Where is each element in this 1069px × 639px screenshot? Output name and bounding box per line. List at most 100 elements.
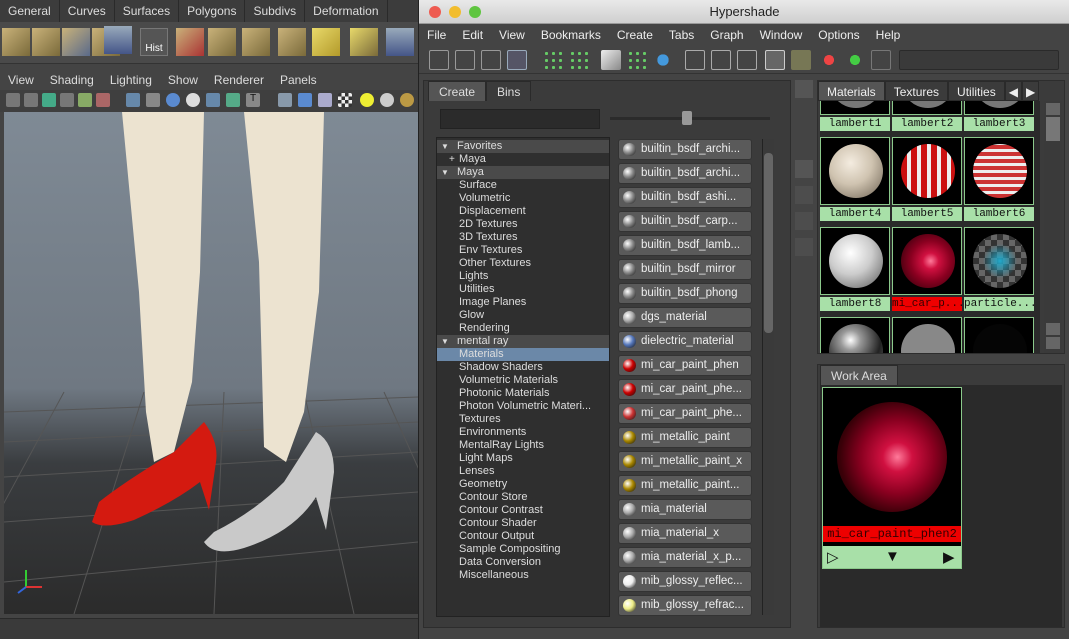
material-swatch[interactable] xyxy=(820,101,890,115)
camera-attributes-icon[interactable] xyxy=(24,93,38,107)
viewport-menu-view[interactable]: View xyxy=(0,70,42,90)
graph-materials-icon[interactable] xyxy=(653,50,673,70)
tree-item[interactable]: Volumetric Materials xyxy=(437,374,609,387)
collapsed-plus-icon[interactable]: + xyxy=(449,153,455,166)
tree-item[interactable]: 3D Textures xyxy=(437,231,609,244)
tree-item[interactable]: Miscellaneous xyxy=(437,569,609,582)
material-icon[interactable] xyxy=(400,93,414,107)
create-node-button[interactable]: mia_material_x xyxy=(618,523,752,544)
layout-split-icon[interactable] xyxy=(455,50,475,70)
input-port-icon[interactable]: ▷ xyxy=(827,548,839,566)
select-camera-icon[interactable] xyxy=(6,93,20,107)
tree-item[interactable]: Geometry xyxy=(437,478,609,491)
work-area-material-node[interactable]: mi_car_paint_phen2 ▷ ▼ ▶ xyxy=(822,387,962,569)
3d-viewport[interactable] xyxy=(4,112,418,614)
shelf-tool-10-icon[interactable] xyxy=(278,28,306,56)
tree-item[interactable]: Shadow Shaders xyxy=(437,361,609,374)
expand-arrow-icon[interactable]: ▼ xyxy=(441,335,449,348)
layout-bottom-icon[interactable] xyxy=(481,50,501,70)
tree-item[interactable]: Materials xyxy=(437,348,609,361)
viewport-menu-renderer[interactable]: Renderer xyxy=(206,70,272,90)
cube-wire-icon[interactable] xyxy=(318,93,332,107)
layout-both-icon[interactable] xyxy=(507,50,527,70)
shaded-icon[interactable] xyxy=(166,93,180,107)
tree-item[interactable]: MentalRay Lights xyxy=(437,439,609,452)
material-swatch[interactable] xyxy=(820,137,890,205)
wireframe-icon[interactable] xyxy=(126,93,140,107)
light-bulb-icon[interactable] xyxy=(360,93,374,107)
cube-shaded-icon[interactable] xyxy=(298,93,312,107)
tree-item[interactable]: Glow xyxy=(437,309,609,322)
create-node-button[interactable]: mi_car_paint_phen xyxy=(618,355,752,376)
tree-item[interactable]: Contour Store xyxy=(437,491,609,504)
tree-item[interactable]: Rendering xyxy=(437,322,609,335)
tree-item[interactable]: Environments xyxy=(437,426,609,439)
tree-item[interactable]: Photon Volumetric Materi... xyxy=(437,400,609,413)
menu-bookmarks[interactable]: Bookmarks xyxy=(533,24,609,46)
ambient-icon[interactable] xyxy=(380,93,394,107)
shelf-tool-2-icon[interactable] xyxy=(32,28,60,56)
tree-item[interactable]: + Maya xyxy=(437,153,609,166)
menu-tabs[interactable]: Tabs xyxy=(661,24,702,46)
image-plane-icon[interactable] xyxy=(60,93,74,107)
expand-arrow-icon[interactable]: ▼ xyxy=(441,140,449,153)
grid-scroll-thumb[interactable] xyxy=(1046,117,1060,141)
tree-item[interactable]: Other Textures xyxy=(437,257,609,270)
scroll-up-lower-icon[interactable] xyxy=(1046,323,1060,335)
material-name-label[interactable]: lambert5 xyxy=(892,207,962,221)
ipr-render-icon[interactable] xyxy=(845,50,865,70)
create-node-button[interactable]: mia_material_x_p... xyxy=(618,547,752,568)
side-tool-3-icon[interactable] xyxy=(795,186,813,204)
output-connections-icon[interactable] xyxy=(737,50,757,70)
tree-item[interactable]: Contour Output xyxy=(437,530,609,543)
menu-file[interactable]: File xyxy=(419,24,454,46)
node-list-scroll-thumb[interactable] xyxy=(764,153,773,333)
tab-create[interactable]: Create xyxy=(428,81,487,101)
render-icon[interactable] xyxy=(819,50,839,70)
tree-item[interactable]: Textures xyxy=(437,413,609,426)
material-swatch[interactable] xyxy=(964,101,1034,115)
tab-textures[interactable]: Textures xyxy=(884,81,949,101)
create-node-button[interactable]: builtin_bsdf_mirror xyxy=(618,259,752,280)
tree-item[interactable]: Contour Shader xyxy=(437,517,609,530)
tree-item[interactable]: ▼ Favorites xyxy=(437,140,609,153)
tab-scroll-left-icon[interactable]: ◀ xyxy=(1004,81,1022,101)
tree-item[interactable]: Lights xyxy=(437,270,609,283)
material-name-label[interactable]: lambert1 xyxy=(820,117,890,131)
create-node-button[interactable]: mi_metallic_paint_x xyxy=(618,451,752,472)
material-swatch[interactable] xyxy=(892,227,962,295)
material-name-label[interactable]: lambert2 xyxy=(892,117,962,131)
tree-item[interactable]: Photonic Materials xyxy=(437,387,609,400)
viewport-menu-lighting[interactable]: Lighting xyxy=(102,70,160,90)
tree-item[interactable]: Sample Compositing xyxy=(437,543,609,556)
snapshot-icon[interactable] xyxy=(871,50,891,70)
expand-arrow-icon[interactable]: ▼ xyxy=(441,166,449,179)
create-node-button[interactable]: builtin_bsdf_lamb... xyxy=(618,235,752,256)
shelf-tool-8-icon[interactable] xyxy=(208,28,236,56)
graph-upstream-icon[interactable] xyxy=(543,50,563,70)
create-node-button[interactable]: builtin_bsdf_carp... xyxy=(618,211,752,232)
menu-create[interactable]: Create xyxy=(609,24,661,46)
scroll-up-icon[interactable] xyxy=(1046,103,1060,115)
grid-icon[interactable] xyxy=(78,93,92,107)
shelf-tool-12-icon[interactable] xyxy=(350,28,378,56)
create-node-button[interactable]: dielectric_material xyxy=(618,331,752,352)
viewport-menu-show[interactable]: Show xyxy=(160,70,206,90)
shelf-tool-13-icon[interactable] xyxy=(386,28,414,56)
work-area-canvas[interactable]: mi_car_paint_phen2 ▷ ▼ ▶ xyxy=(820,385,1062,627)
shelf-tool-1-icon[interactable] xyxy=(2,28,30,56)
tab-scroll-right-icon[interactable]: ▶ xyxy=(1021,81,1040,101)
tree-item[interactable]: Contour Contrast xyxy=(437,504,609,517)
node-list-scrollbar[interactable] xyxy=(762,139,774,615)
graph-downstream-icon[interactable] xyxy=(569,50,589,70)
history-button[interactable]: Hist xyxy=(140,28,168,56)
layout-top-icon[interactable] xyxy=(429,50,449,70)
material-swatch[interactable] xyxy=(964,227,1034,295)
menu-options[interactable]: Options xyxy=(810,24,867,46)
tree-item[interactable]: Lenses xyxy=(437,465,609,478)
checker-icon[interactable] xyxy=(338,93,352,107)
toolbar-field[interactable] xyxy=(899,50,1059,70)
material-swatch[interactable] xyxy=(892,101,962,115)
create-node-button[interactable]: dgs_material xyxy=(618,307,752,328)
tree-item[interactable]: Volumetric xyxy=(437,192,609,205)
